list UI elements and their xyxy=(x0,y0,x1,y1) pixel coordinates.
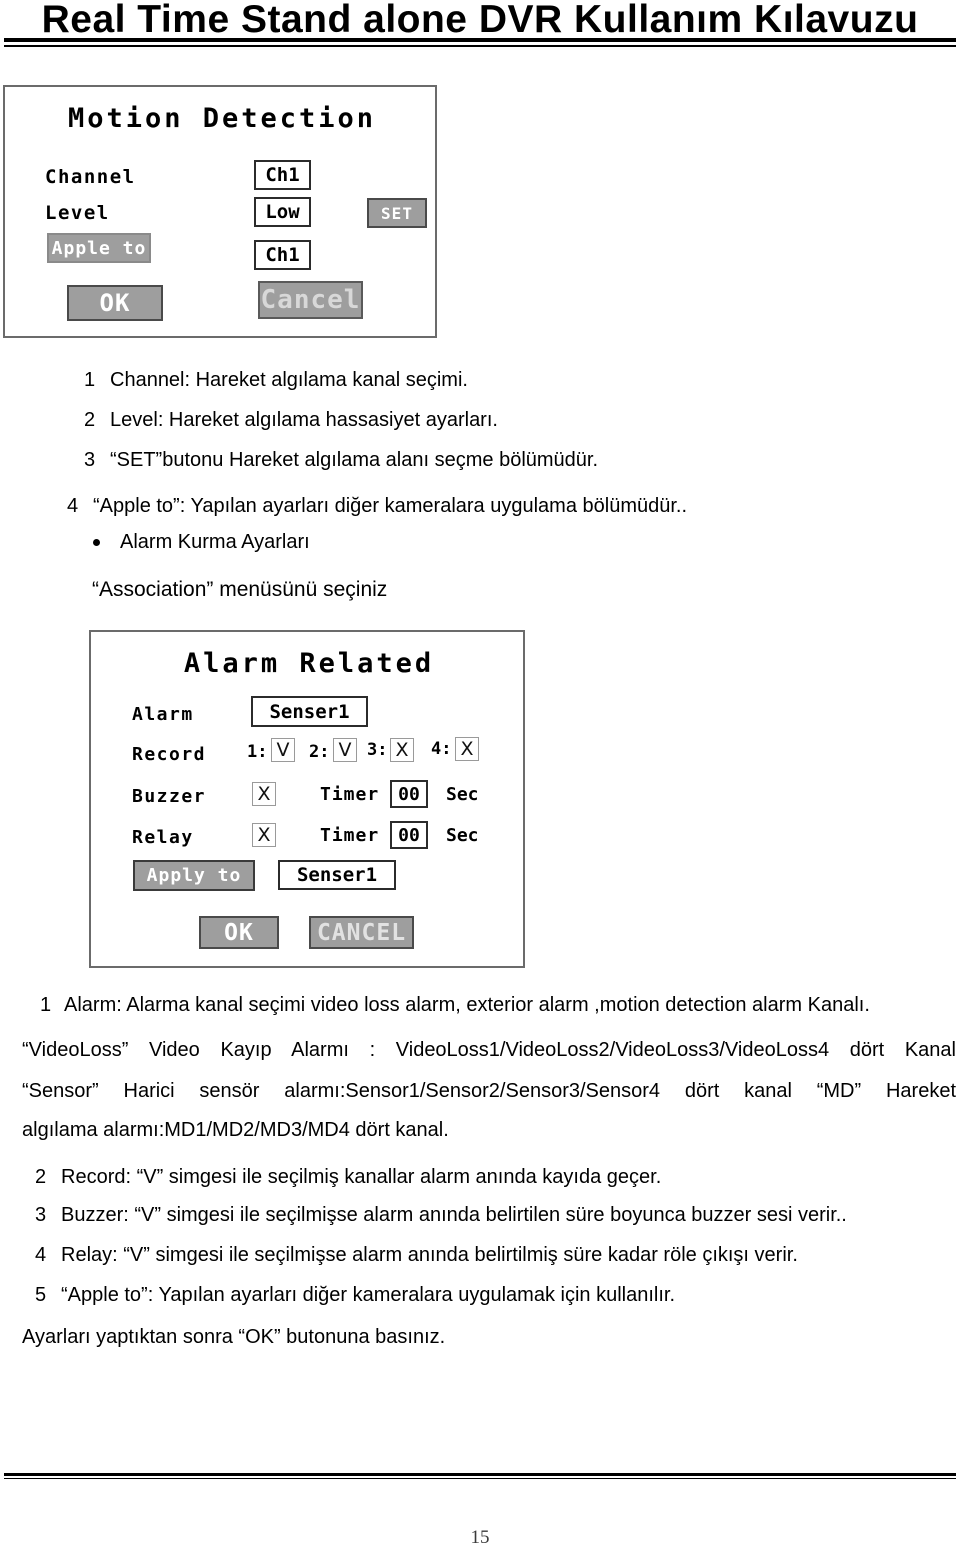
alarm-note-paragraph-line-1: “VideoLoss” Video Kayıp Alarmı : VideoLo… xyxy=(22,1039,956,1061)
alarm-apply-to-value[interactable]: Senser1 xyxy=(278,860,396,890)
buzzer-timer-value[interactable]: 00 xyxy=(390,780,428,808)
header-rule-thin xyxy=(4,45,956,47)
motion-note-3-num: 3 xyxy=(84,449,96,471)
alarm-note-2-text: Record: “V” simgesi ile seçilmiş kanalla… xyxy=(61,1166,662,1188)
motion-apply-to-value[interactable]: Ch1 xyxy=(254,240,311,270)
header-rule-thick xyxy=(4,38,956,42)
alarm-note-2-num: 2 xyxy=(35,1166,47,1188)
alarm-related-dialog: Alarm Related Alarm Senser1 Record 1: V … xyxy=(89,630,525,968)
alarm-note-5-num: 5 xyxy=(35,1284,47,1306)
alarm-ok-button[interactable]: OK xyxy=(199,916,279,949)
motion-channel-value[interactable]: Ch1 xyxy=(254,160,311,190)
motion-note-1-num: 1 xyxy=(84,369,96,391)
alarm-cancel-button[interactable]: CANCEL xyxy=(309,916,414,949)
record-ch2-checkbox[interactable]: V xyxy=(333,738,357,762)
footer-rule-thin xyxy=(4,1478,956,1479)
record-ch2-label: 2: xyxy=(309,742,330,762)
record-ch3-label: 3: xyxy=(367,740,388,760)
alarm-note-4-num: 4 xyxy=(35,1244,47,1266)
relay-timer-label: Timer xyxy=(320,825,380,846)
motion-apply-to-button[interactable]: Apple to xyxy=(47,233,151,263)
alarm-note-5-text: “Apple to”: Yapılan ayarları diğer kamer… xyxy=(61,1284,676,1306)
alarm-value-field[interactable]: Senser1 xyxy=(251,696,368,727)
alarm-note-3-text: Buzzer: “V” simgesi ile seçilmişse alarm… xyxy=(61,1204,847,1226)
motion-note-4-num: 4 xyxy=(67,495,79,517)
motion-note-4-text: “Apple to”: Yapılan ayarları diğer kamer… xyxy=(93,495,688,517)
motion-level-value[interactable]: Low xyxy=(254,197,311,227)
motion-detection-title: Motion Detection xyxy=(67,103,377,134)
alarm-note-3-num: 3 xyxy=(35,1204,47,1226)
level-label: Level xyxy=(45,202,110,224)
record-ch1-label: 1: xyxy=(247,742,268,762)
alarm-note-1-num: 1 xyxy=(40,994,52,1016)
alarm-section-heading: Alarm Kurma Ayarları xyxy=(120,531,310,553)
relay-sec-label: Sec xyxy=(446,825,479,846)
document-header: Real Time Stand alone DVR Kullanım Kılav… xyxy=(0,0,960,40)
record-label: Record xyxy=(132,744,207,765)
motion-detection-dialog: Motion Detection Channel Level Apple to … xyxy=(3,85,437,338)
buzzer-timer-label: Timer xyxy=(320,784,380,805)
relay-checkbox[interactable]: X xyxy=(252,823,276,847)
motion-cancel-button[interactable]: Cancel xyxy=(258,281,363,319)
motion-note-2-text: Level: Hareket algılama hassasiyet ayarl… xyxy=(110,409,498,431)
alarm-apply-to-button[interactable]: Apply to xyxy=(133,860,255,891)
channel-label: Channel xyxy=(45,166,136,188)
motion-ok-button[interactable]: OK xyxy=(67,285,163,321)
alarm-note-4-text: Relay: “V” simgesi ile seçilmişse alarm … xyxy=(61,1244,798,1266)
record-ch4-label: 4: xyxy=(431,739,452,759)
footer-rule-thick xyxy=(4,1473,956,1476)
alarm-label: Alarm xyxy=(132,704,194,725)
alarm-notes-closing: Ayarları yaptıktan sonra “OK” butonuna b… xyxy=(22,1326,446,1348)
relay-label: Relay xyxy=(132,827,194,848)
motion-set-button[interactable]: SET xyxy=(367,198,427,228)
alarm-note-paragraph-line-2: “Sensor” Harici sensör alarmı:Sensor1/Se… xyxy=(22,1080,956,1102)
relay-timer-value[interactable]: 00 xyxy=(390,821,428,849)
motion-note-3-text: “SET”butonu Hareket algılama alanı seçme… xyxy=(110,449,599,471)
alarm-bullet-icon xyxy=(93,539,100,546)
page-number: 15 xyxy=(470,1527,490,1548)
page-title: Real Time Stand alone DVR Kullanım Kılav… xyxy=(41,0,919,41)
alarm-note-paragraph-line-3: algılama alarmı:MD1/MD2/MD3/MD4 dört kan… xyxy=(22,1119,449,1141)
record-ch4-checkbox[interactable]: X xyxy=(455,737,479,761)
alarm-related-title: Alarm Related xyxy=(183,648,435,679)
alarm-note-1-text: Alarm: Alarma kanal seçimi video loss al… xyxy=(64,994,870,1016)
buzzer-sec-label: Sec xyxy=(446,784,479,805)
buzzer-checkbox[interactable]: X xyxy=(252,782,276,806)
motion-note-2-num: 2 xyxy=(84,409,96,431)
alarm-section-subheading: “Association” menüsünü seçiniz xyxy=(92,578,388,601)
record-ch1-checkbox[interactable]: V xyxy=(271,738,295,762)
buzzer-label: Buzzer xyxy=(132,786,207,807)
motion-note-1-text: Channel: Hareket algılama kanal seçimi. xyxy=(110,369,468,391)
record-ch3-checkbox[interactable]: X xyxy=(390,738,414,762)
